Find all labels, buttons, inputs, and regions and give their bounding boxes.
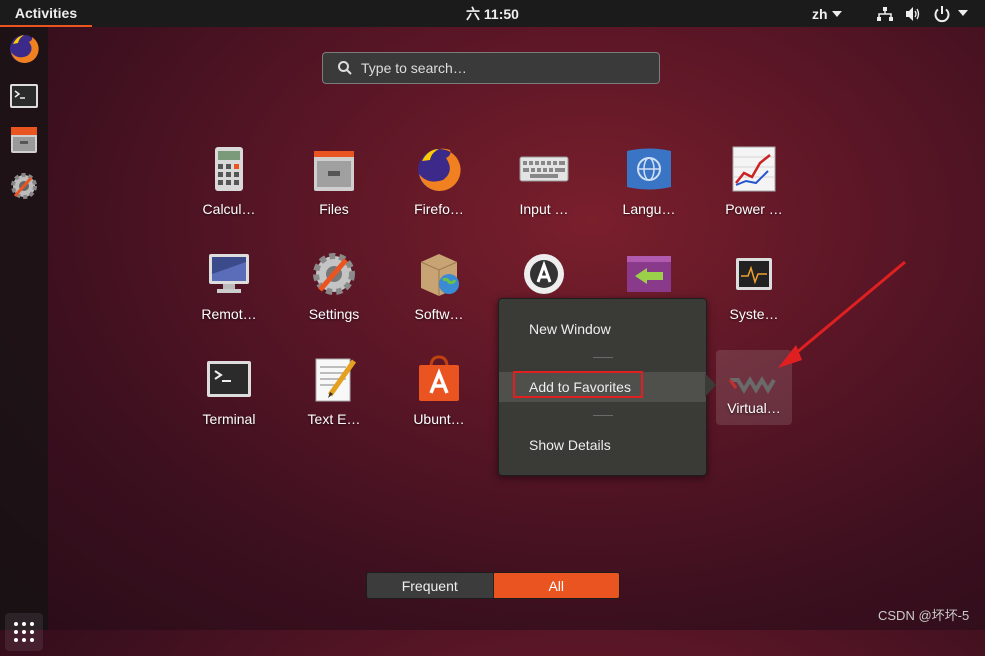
search-input[interactable] [359,59,653,77]
files-icon[interactable] [7,123,41,157]
context-menu-pointer [705,373,716,397]
updater-icon [524,254,564,294]
chevron-down-icon [831,10,842,17]
power-icon[interactable] [933,5,951,23]
app-text-editor[interactable]: Text E… [290,353,378,445]
menu-separator [593,415,613,416]
menu-item-add-to-favorites[interactable]: Add to Favorites [499,371,706,402]
system-monitor-icon [736,258,772,290]
startup-icon [627,256,671,292]
app-calculator[interactable]: Calcul… [185,143,273,235]
text-editor-icon [315,358,357,402]
settings-icon[interactable] [7,169,41,203]
highlight-box [513,371,643,398]
firefox-icon [418,148,461,191]
menu-item-label: Show Details [529,437,611,453]
app-label: Text E… [307,411,361,427]
package-globe-icon [420,254,459,296]
file-cabinet-icon [314,151,354,191]
watermark: CSDN @坏坏-5 [878,608,970,623]
tab-frequent[interactable]: Frequent [367,573,494,598]
terminal-icon[interactable] [7,79,41,113]
app-label: Terminal [202,411,256,427]
search-icon [338,61,352,75]
app-virtual-machine[interactable]: Virtual… [716,350,792,425]
volume-icon[interactable] [904,5,922,23]
app-label: Files [319,201,349,217]
app-label: Settings [308,306,360,322]
calculator-icon [215,147,243,191]
menu-item-label: New Window [529,321,611,337]
dock [0,27,48,651]
app-label: Input … [519,201,569,217]
menu-item-new-window[interactable]: New Window [499,314,706,344]
menu-item-show-details[interactable]: Show Details [499,430,706,460]
app-language-support[interactable]: Langu… [605,143,693,235]
app-terminal[interactable]: Terminal [185,353,273,445]
show-applications-button[interactable] [5,613,43,651]
app-files[interactable]: Files [290,143,378,235]
monitor-icon [209,254,249,293]
app-remmina[interactable]: Remot… [185,248,273,340]
network-icon[interactable] [876,5,894,23]
annotation-arrow [778,260,906,368]
view-switcher: Frequent All [366,572,620,599]
app-label: Calcul… [202,201,256,217]
language-indicator[interactable]: zh [812,0,842,27]
top-bar: Activities 六 11:50 zh [0,0,985,27]
app-label: Softw… [414,306,464,322]
app-label: Ubunt… [413,411,465,427]
terminal-icon [207,361,251,397]
app-label: Virtual… [727,400,781,416]
chevron-down-icon[interactable] [958,10,968,16]
app-system-monitor[interactable]: Syste… [710,248,798,340]
tab-all[interactable]: All [493,573,619,598]
app-label: Power … [725,201,783,217]
app-power-statistics[interactable]: Power … [710,143,798,235]
chart-icon [732,146,776,192]
app-label: Langu… [622,201,676,217]
app-label: Syste… [729,306,779,322]
app-firefox[interactable]: Firefo… [395,143,483,235]
firefox-icon[interactable] [7,32,41,66]
search-box[interactable] [322,52,660,84]
app-settings[interactable]: Settings [290,248,378,340]
app-label: Firefo… [414,201,464,217]
language-label: zh [812,5,828,22]
grid-icon [14,622,34,642]
menu-separator [593,357,613,358]
language-flag-icon [627,148,671,190]
app-input-method[interactable]: Input … [500,143,588,235]
app-software-updates[interactable]: Softw… [395,248,483,340]
app-label: Remot… [201,306,257,322]
keyboard-icon [519,156,569,182]
shopping-bag-icon [419,355,459,401]
context-menu: New Window Add to Favorites Show Details [498,298,707,476]
app-ubuntu-software[interactable]: Ubunt… [395,353,483,445]
settings-icon [313,253,355,295]
